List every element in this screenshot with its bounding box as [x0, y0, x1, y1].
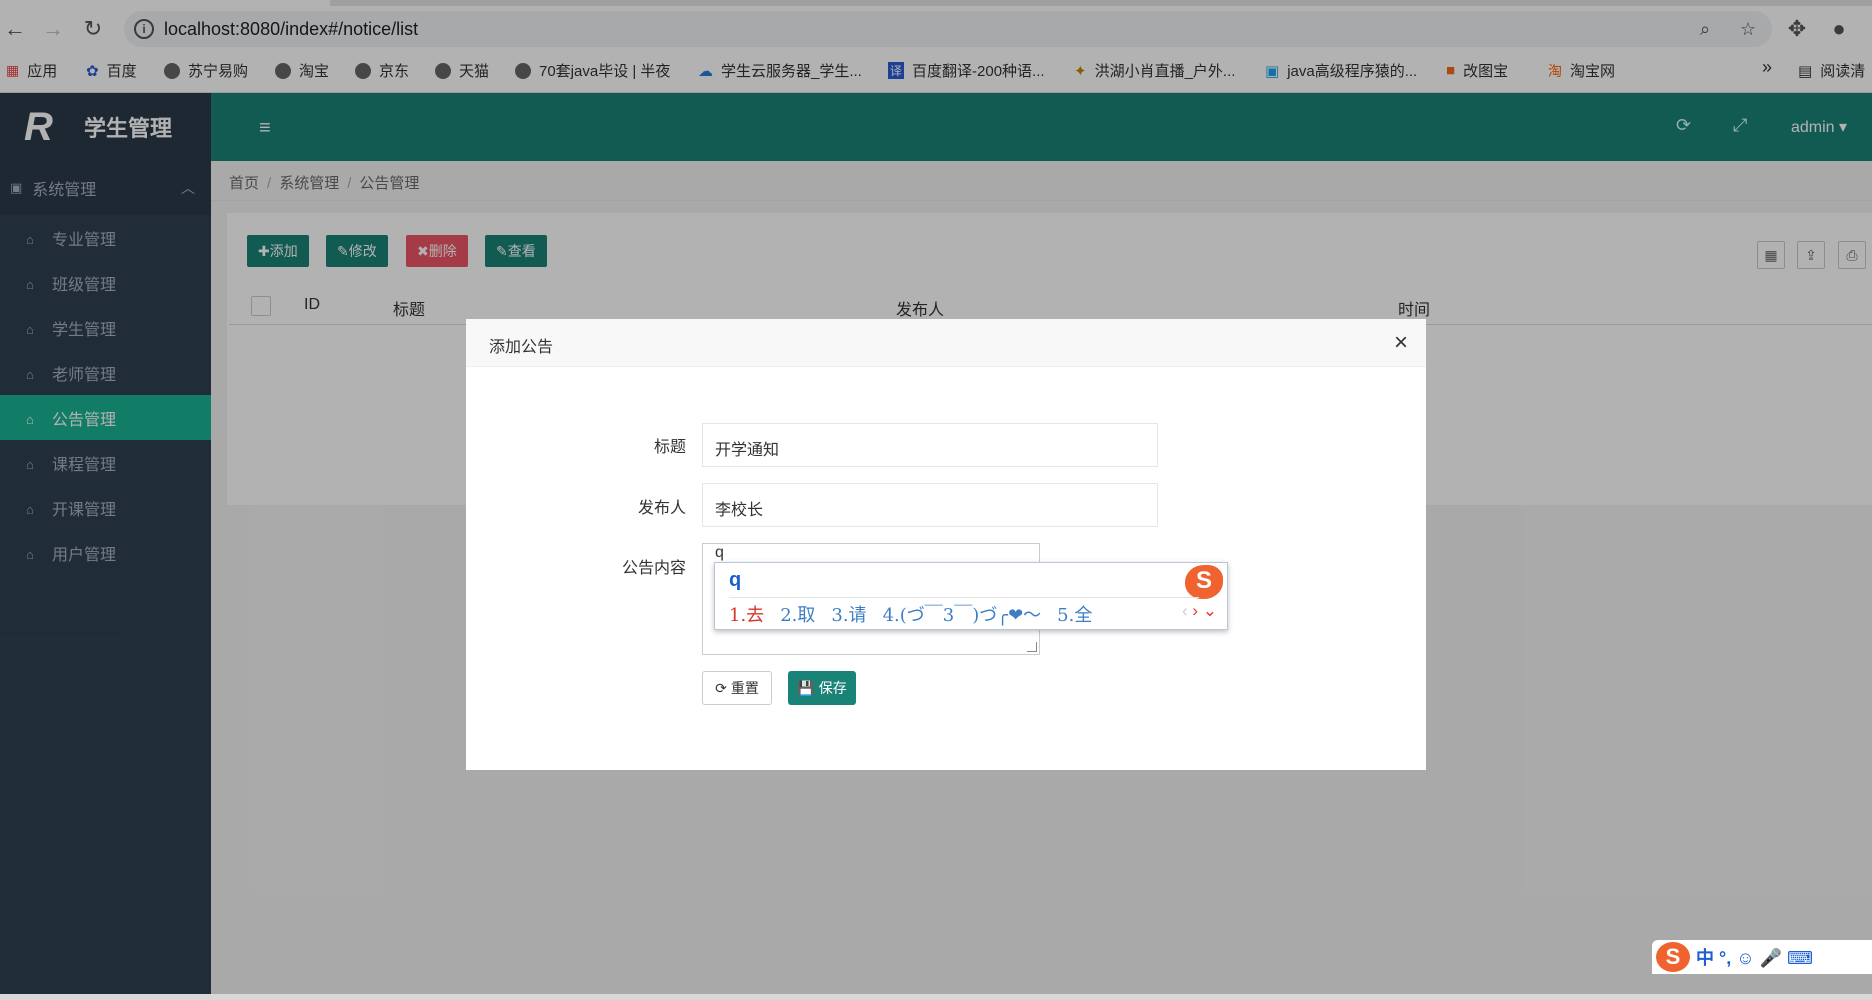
close-icon[interactable]: ×	[1394, 329, 1408, 357]
title-label: 标题	[653, 439, 686, 456]
ime-candidate[interactable]: 2.取	[780, 601, 815, 627]
ime-composition: q	[729, 569, 742, 591]
ime-candidates: 1.去 2.取 3.请 4.(づ￣3￣)づ╭❤～ 5.全	[729, 601, 1092, 627]
ime-tray-text[interactable]: 中 °, ☺ 🎤 ⌨	[1696, 944, 1813, 970]
ime-candidate-window: q S 1.去 2.取 3.请 4.(づ￣3￣)づ╭❤～ 5.全 ‹ › ⌄	[714, 562, 1228, 630]
content-label: 公告内容	[621, 560, 686, 577]
refresh-icon: ⟳	[715, 679, 727, 696]
sogou-logo-icon: S	[1185, 565, 1223, 599]
ime-divider	[729, 597, 1199, 598]
bottom-strip	[0, 994, 1872, 1000]
chevron-down-icon[interactable]: ⌄	[1203, 601, 1217, 620]
reset-button[interactable]: ⟳ 重置	[702, 671, 772, 705]
publisher-field[interactable]: 李校长	[702, 483, 1158, 527]
floppy-disk-icon: 💾	[797, 679, 815, 696]
chevron-left-icon[interactable]: ‹	[1182, 601, 1188, 620]
sogou-tray-icon[interactable]: S	[1656, 942, 1690, 972]
publisher-label: 发布人	[637, 500, 686, 517]
ime-candidate[interactable]: 3.请	[831, 601, 866, 627]
save-button[interactable]: 💾 保存	[788, 671, 856, 705]
content-text: q	[715, 544, 724, 561]
ime-candidate[interactable]: 4.(づ￣3￣)づ╭❤～	[883, 601, 1042, 627]
ime-candidate[interactable]: 5.全	[1057, 601, 1092, 627]
ime-status-bar: S 中 °, ☺ 🎤 ⌨	[1652, 940, 1872, 974]
ime-candidate[interactable]: 1.去	[729, 601, 764, 627]
chevron-right-icon[interactable]: ›	[1192, 601, 1198, 620]
resize-handle[interactable]	[1027, 642, 1037, 652]
add-notice-dialog: 添加公告 × 标题 开学通知 发布人 李校长 公告内容 q ⟳ 重置 💾 保存	[466, 319, 1426, 770]
ime-paging: ‹ › ⌄	[1182, 601, 1217, 621]
title-field[interactable]: 开学通知	[702, 423, 1158, 467]
dialog-title: 添加公告	[466, 319, 1426, 367]
